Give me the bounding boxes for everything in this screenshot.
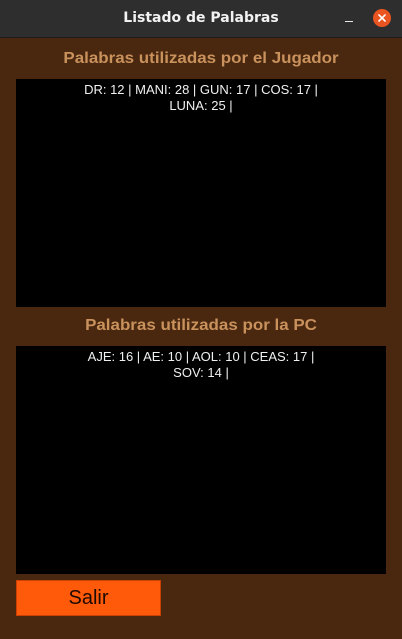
pc-words-text: AJE: 16 | AE: 10 | AOL: 10 | CEAS: 17 | … xyxy=(76,349,326,381)
player-words-line: LUNA: 25 | xyxy=(169,98,233,113)
pc-words-panel[interactable]: AJE: 16 | AE: 10 | AOL: 10 | CEAS: 17 | … xyxy=(16,346,386,574)
close-icon[interactable] xyxy=(373,9,391,27)
exit-button[interactable]: Salir xyxy=(16,580,161,616)
pc-words-line: SOV: 14 | xyxy=(173,365,229,380)
player-words-panel[interactable]: DR: 12 | MANI: 28 | GUN: 17 | COS: 17 | … xyxy=(16,79,386,307)
words-list-window: Listado de Palabras Palabras utilizadas … xyxy=(0,0,402,639)
minimize-icon[interactable] xyxy=(340,9,358,27)
player-words-line: DR: 12 | MANI: 28 | GUN: 17 | COS: 17 | xyxy=(84,82,318,97)
pc-words-line: AJE: 16 | AE: 10 | AOL: 10 | CEAS: 17 | xyxy=(87,349,315,364)
pc-words-heading: Palabras utilizadas por la PC xyxy=(85,317,317,334)
title-bar[interactable]: Listado de Palabras xyxy=(0,0,402,38)
player-words-heading: Palabras utilizadas por el Jugador xyxy=(63,50,339,67)
player-words-text: DR: 12 | MANI: 28 | GUN: 17 | COS: 17 | … xyxy=(76,82,326,114)
